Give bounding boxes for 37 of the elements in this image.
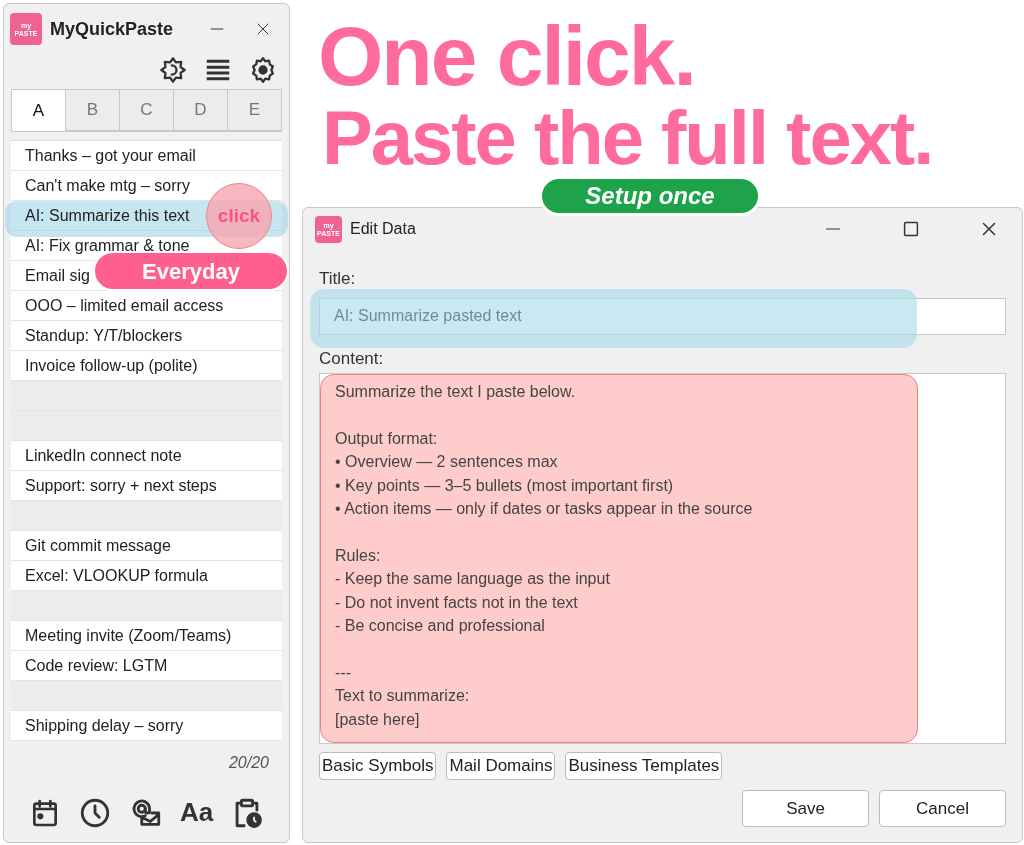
font-button[interactable]: Aa [180,793,214,832]
theme-toggle-icon[interactable] [159,56,187,84]
list-item[interactable]: AI: Summarize this text [25,205,190,226]
window-title: MyQuickPaste [50,17,175,41]
settings-icon[interactable] [249,56,277,84]
template-button[interactable]: Business Templates [565,752,723,780]
list-item[interactable]: Thanks – got your email [25,145,196,166]
list-item[interactable]: OOO – limited email access [25,295,224,316]
list-item[interactable]: Excel: VLOOKUP formula [25,565,208,586]
headline-text: One click. [318,14,695,98]
tab[interactable]: C [119,90,173,131]
dialog-button[interactable]: Cancel [879,790,1006,827]
headline-text: Paste the full text. [322,100,933,176]
everyday-badge: Everyday [93,251,289,291]
list-item[interactable]: Invoice follow-up (polite) [25,355,198,376]
tab[interactable]: B [65,90,119,131]
item-counter: 20/20 [228,753,269,773]
list-item[interactable]: Support: sorry + next steps [25,475,217,496]
field-label: Content: [319,347,385,370]
content-text: Summarize the text I paste below. Output format: • Overview — 2 sentences max • Key points — 3–5 bullets (most important first) • Action items — only if dates or tasks appear in the source Rules: - Keep the same language as the input - Do not invent facts not in the text - Be concise and professional --- Text to summarize: [paste here] [335,382,753,730]
tab[interactable]: E [227,90,281,131]
setup-badge: Setup once [539,176,761,216]
field-label: Title: [319,268,357,290]
list-item[interactable]: Shipping delay – sorry [25,715,184,736]
list-item[interactable]: Can't make mtg – sorry [25,175,190,196]
list-item[interactable]: Meeting invite (Zoom/Teams) [25,625,232,646]
list-item[interactable]: LinkedIn connect note [25,445,182,466]
template-button[interactable]: Mail Domains [446,752,556,780]
tab[interactable]: D [173,90,227,131]
window-title: Edit Data [350,219,417,239]
template-button[interactable]: Basic Symbols [319,752,437,780]
dialog-button[interactable]: Save [742,790,869,827]
list-item[interactable]: Standup: Y/T/blockers [25,325,183,346]
list-item[interactable]: Code review: LGTM [25,655,168,676]
tab[interactable]: A [12,90,65,131]
list-item[interactable]: Git commit message [25,535,171,556]
list-item[interactable]: Email sig [25,265,90,286]
